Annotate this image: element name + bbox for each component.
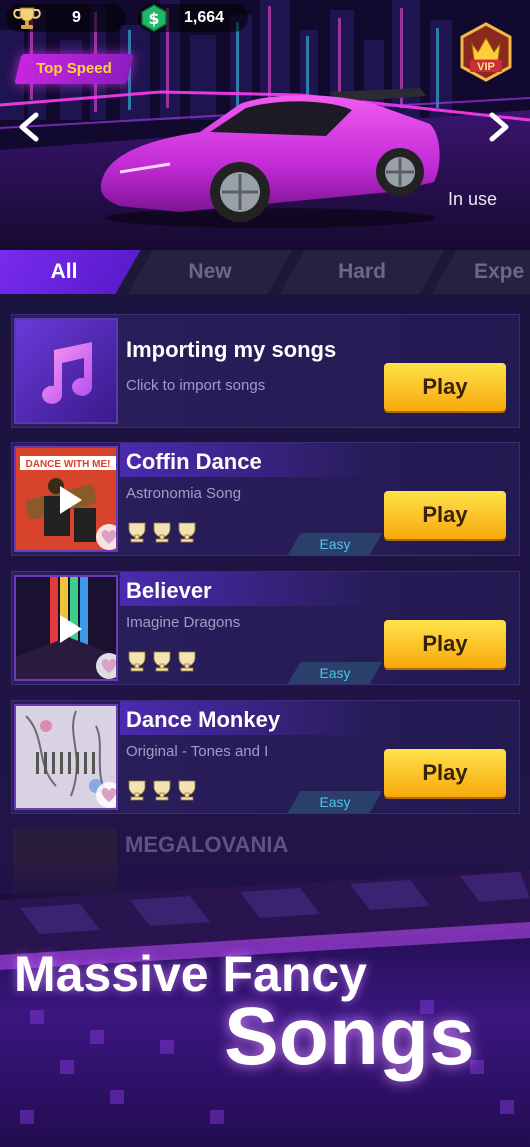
trophy-rating-icons — [128, 522, 196, 543]
top-hud: 9 $ 1,664 — [0, 0, 530, 38]
trophy-count: 9 — [72, 9, 81, 26]
song-title: Dance Monkey — [126, 707, 281, 732]
believer-thumbnail — [14, 575, 118, 681]
song-subtitle: Original - Tones and I — [126, 743, 269, 760]
favorite-heart-icon[interactable] — [96, 524, 118, 550]
difficulty-badge: Easy — [287, 662, 383, 684]
play-button[interactable]: Play — [384, 363, 506, 411]
list-item-dance-monkey[interactable]: Dance Monkey Original - Tones and I Easy… — [11, 700, 520, 814]
cash-counter[interactable]: $ 1,664 — [138, 4, 248, 32]
play-overlay-icon[interactable] — [56, 484, 84, 516]
song-subtitle: Click to import songs — [126, 377, 266, 394]
play-overlay-icon[interactable] — [56, 613, 84, 645]
song-list: Importing my songs Click to import songs… — [0, 294, 530, 909]
sports-car-image — [100, 88, 440, 228]
hero-garage: 9 $ 1,664 Top Speed VIP In use — [0, 0, 530, 250]
song-title: MEGALOVANIA — [125, 832, 289, 857]
previous-car-arrow-icon[interactable] — [16, 112, 42, 142]
song-subtitle: Astronomia Song — [126, 485, 242, 502]
play-button[interactable]: Play — [384, 749, 506, 797]
car-status-label: In use — [448, 189, 498, 209]
cash-amount: 1,664 — [184, 9, 225, 26]
tab-hard[interactable]: Hard — [279, 250, 445, 294]
tab-new[interactable]: New — [127, 250, 293, 294]
difficulty-badge: Easy — [287, 791, 383, 813]
trophy-icon — [13, 7, 41, 29]
cash-icon: $ — [141, 4, 167, 32]
promo-banner: Massive Fancy Songs — [0, 860, 530, 1147]
difficulty-badge: Easy — [287, 533, 383, 555]
song-title: Importing my songs — [126, 337, 337, 362]
tab-expert[interactable]: Expe — [431, 250, 530, 294]
list-item-believer[interactable]: Believer Imagine Dragons Easy Play — [11, 571, 520, 685]
list-item-import-songs[interactable]: Importing my songs Click to import songs… — [11, 314, 520, 428]
coffin-thumb-text: DANCE WITH ME! — [26, 459, 111, 470]
favorite-heart-icon[interactable] — [96, 782, 118, 808]
dance-monkey-thumbnail — [14, 704, 118, 810]
tab-all[interactable]: All — [0, 250, 141, 294]
song-title: Believer — [126, 578, 212, 603]
vip-label: VIP — [477, 61, 495, 73]
play-button[interactable]: Play — [384, 491, 506, 539]
promo-subheadline: Songs — [224, 991, 475, 1082]
music-note-icon — [42, 342, 93, 404]
song-title: Coffin Dance — [126, 449, 262, 474]
next-car-arrow-icon[interactable] — [486, 112, 512, 142]
list-item-coffin-dance[interactable]: DANCE WITH ME! Coffin Dance Astronomia S… — [11, 442, 520, 556]
vip-crown-button[interactable]: VIP — [458, 22, 514, 86]
trophy-rating-icons — [128, 780, 196, 801]
music-note-thumbnail — [14, 318, 118, 424]
song-category-tabs: All New Hard Expe — [0, 250, 530, 294]
trophy-counter[interactable]: 9 — [6, 4, 126, 32]
play-button[interactable]: Play — [384, 620, 506, 668]
coffin-dance-thumbnail: DANCE WITH ME! — [14, 446, 118, 552]
trophy-rating-icons — [128, 651, 196, 672]
favorite-heart-icon[interactable] — [96, 653, 118, 679]
svg-text:$: $ — [148, 9, 159, 28]
song-subtitle: Imagine Dragons — [126, 614, 241, 631]
